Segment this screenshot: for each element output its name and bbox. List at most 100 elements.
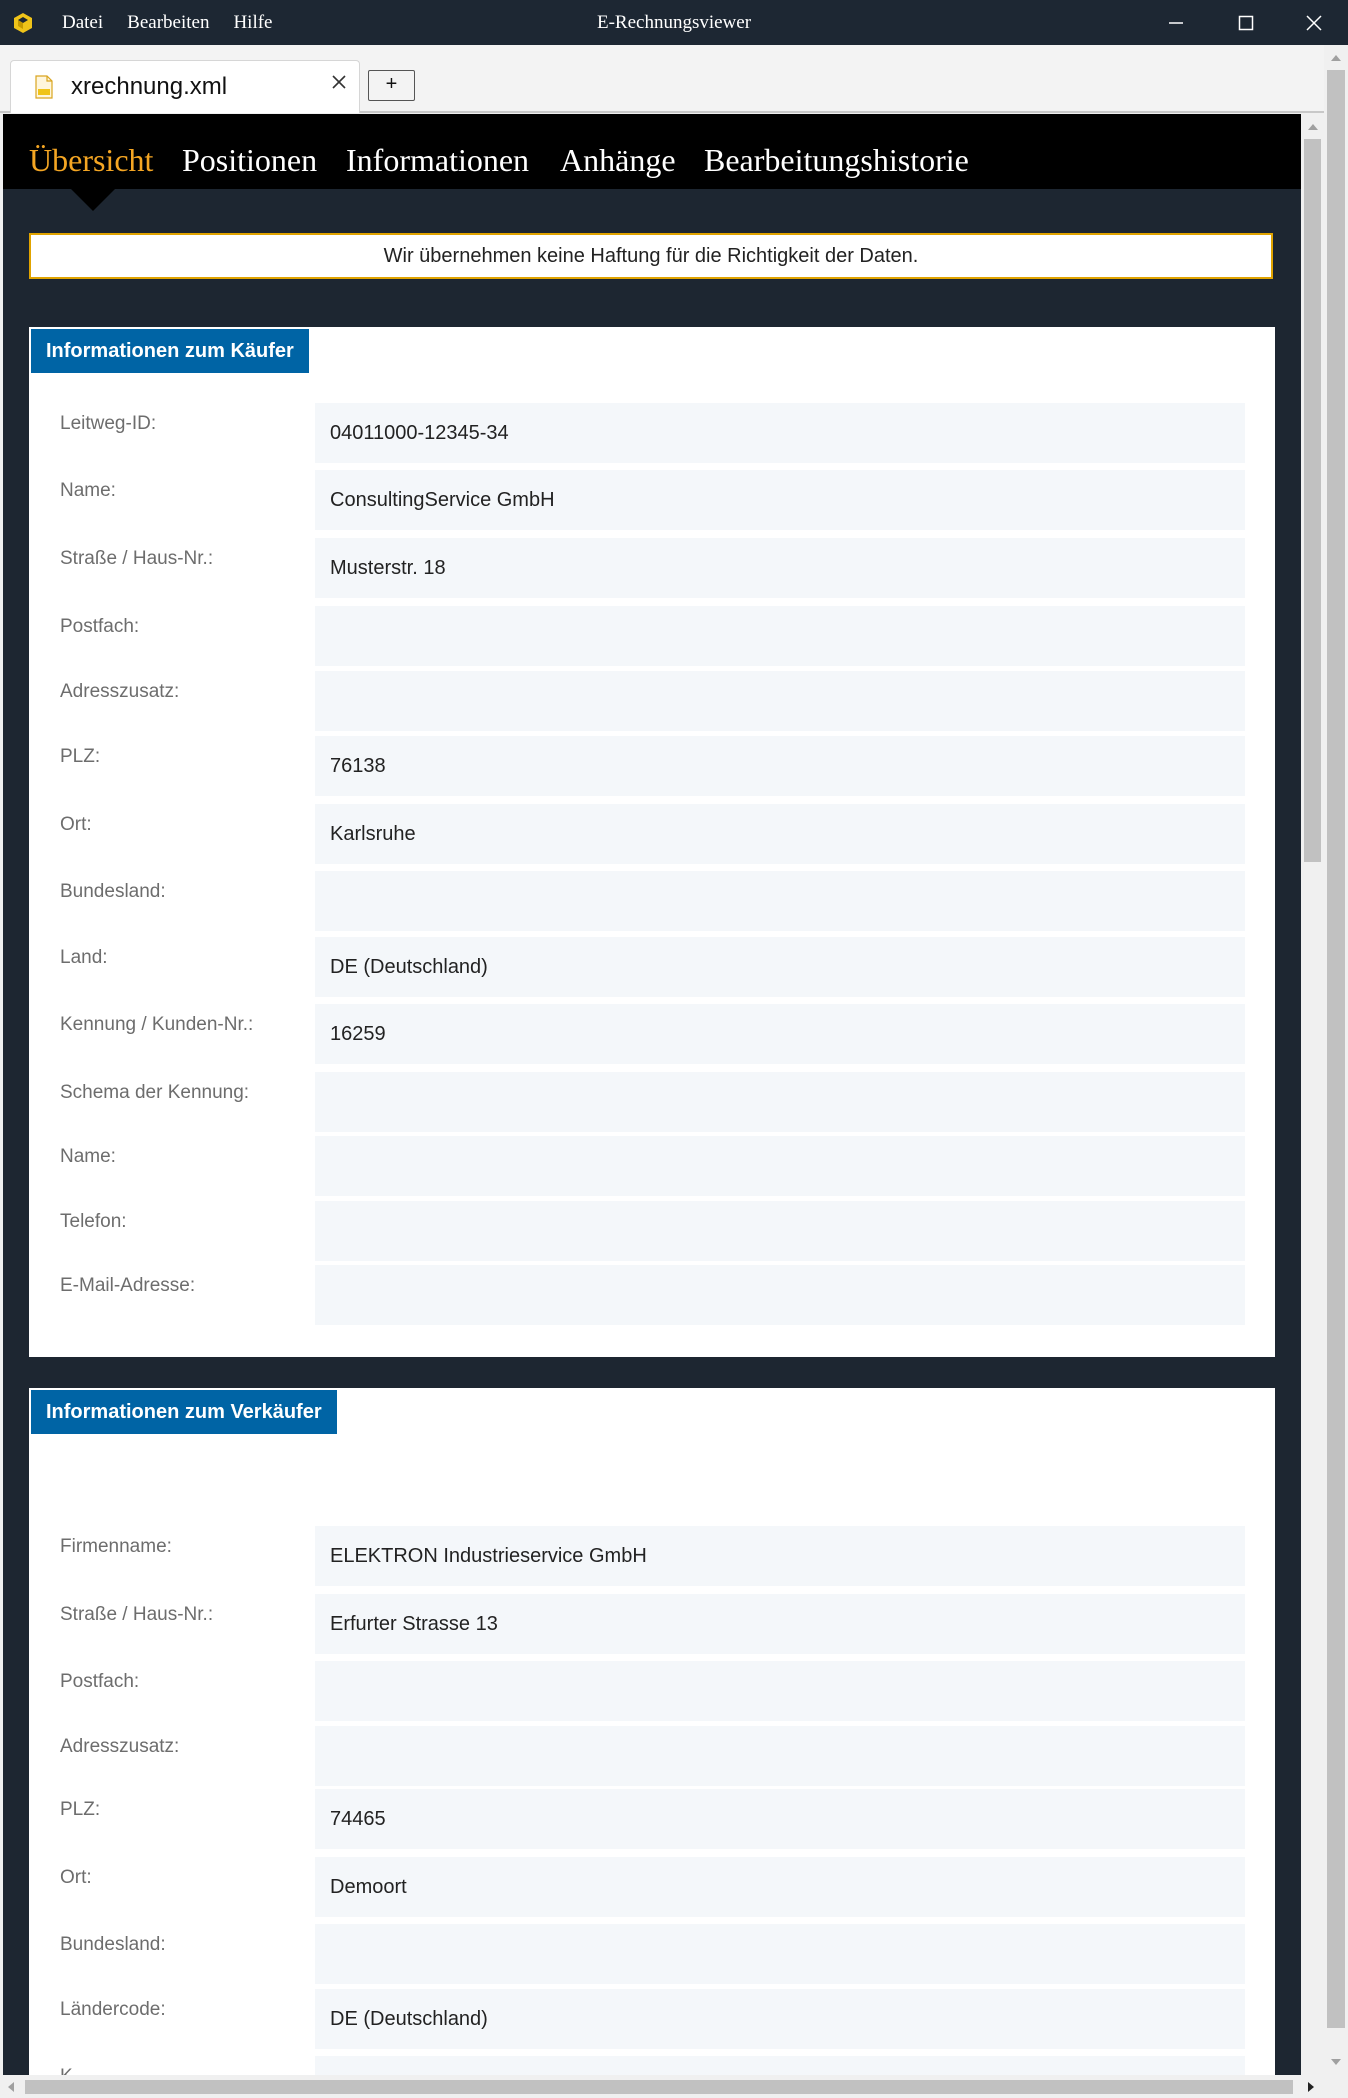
buyer-field-value	[315, 1265, 1245, 1325]
buyer-field-row: E-Mail-Adresse:	[29, 1265, 1275, 1325]
buyer-field-row: Ort: Karlsruhe	[29, 804, 1275, 864]
buyer-field-label: Land:	[60, 947, 108, 968]
buyer-field-value-text: 16259	[330, 1023, 386, 1045]
buyer-field-row: Telefon:	[29, 1201, 1275, 1261]
menu-bar: Datei Bearbeiten Hilfe	[62, 0, 297, 45]
seller-field-label: Adresszusatz:	[60, 1736, 180, 1757]
seller-section-header: Informationen zum Verkäufer	[31, 1390, 337, 1434]
close-icon	[1306, 14, 1322, 31]
seller-field-label: Postfach:	[60, 1671, 140, 1692]
seller-field-row: Postfach:	[29, 1661, 1275, 1721]
seller-field-value: ELEKTRON Industrieservice GmbH	[315, 1526, 1245, 1586]
buyer-field-row: Name: ConsultingService GmbH	[29, 470, 1275, 530]
seller-field-row: Bundesland:	[29, 1924, 1275, 1984]
scroll-left-arrow-icon[interactable]	[6, 2081, 16, 2093]
buyer-field-value	[315, 1201, 1245, 1261]
buyer-field-value-text: Musterstr. 18	[330, 557, 446, 579]
seller-field-value	[315, 1726, 1245, 1786]
horizontal-scrollbar[interactable]	[0, 2075, 1348, 2098]
buyer-field-label: Postfach:	[60, 616, 140, 637]
seller-field-value: Erfurter Strasse 13	[315, 1594, 1245, 1654]
outer-vertical-scrollbar[interactable]	[1324, 45, 1348, 2075]
app-logo-icon	[14, 13, 32, 33]
menu-datei[interactable]: Datei	[62, 12, 103, 34]
buyer-field-value-text: 76138	[330, 755, 386, 777]
buyer-field-row: Leitweg-ID: 04011000-12345-34	[29, 403, 1275, 463]
nav-positionen[interactable]: Positionen	[182, 142, 317, 179]
maximize-button[interactable]	[1212, 0, 1280, 45]
buyer-field-label: Straße / Haus-Nr.:	[60, 548, 214, 569]
buyer-field-value	[315, 671, 1245, 731]
seller-field-label: Bundesland:	[60, 1934, 166, 1955]
seller-field-value-text: Erfurter Strasse 13	[330, 1613, 498, 1635]
maximize-icon	[1238, 15, 1254, 30]
content-scroll-up-icon[interactable]	[1307, 122, 1319, 132]
seller-field-label: PLZ:	[60, 1799, 101, 1820]
buyer-field-row: Straße / Haus-Nr.: Musterstr. 18	[29, 538, 1275, 598]
seller-field-label: Firmenname:	[60, 1536, 172, 1557]
tab-xrechnung[interactable]: xrechnung.xml	[10, 60, 360, 113]
scroll-up-arrow-icon[interactable]	[1330, 53, 1342, 63]
buyer-field-label: Bundesland:	[60, 881, 166, 902]
close-window-button[interactable]	[1280, 0, 1348, 45]
seller-field-label: Ort:	[60, 1867, 92, 1888]
minimize-button[interactable]	[1142, 0, 1210, 45]
nav-bearbeitungshistorie[interactable]: Bearbeitungshistorie	[704, 142, 969, 179]
nav-anhaenge[interactable]: Anhänge	[560, 142, 676, 179]
buyer-field-value: DE (Deutschland)	[315, 937, 1245, 997]
buyer-info-panel: Informationen zum Käufer Leitweg-ID: 0401…	[29, 327, 1275, 1357]
buyer-field-label: Adresszusatz:	[60, 681, 180, 702]
seller-field-label: Ländercode:	[60, 1999, 166, 2020]
buyer-field-value-text: Karlsruhe	[330, 823, 416, 845]
buyer-field-row: PLZ: 76138	[29, 736, 1275, 796]
seller-field-row: Ort: Demoort	[29, 1857, 1275, 1917]
buyer-field-row: Schema der Kennung:	[29, 1072, 1275, 1132]
buyer-field-row: Name:	[29, 1136, 1275, 1196]
buyer-field-row: Kennung / Kunden-Nr.: 16259	[29, 1004, 1275, 1064]
content-scroll-thumb[interactable]	[1304, 139, 1321, 862]
buyer-field-label: Schema der Kennung:	[60, 1082, 250, 1103]
outer-scroll-thumb[interactable]	[1327, 70, 1345, 2028]
buyer-field-value: 16259	[315, 1004, 1245, 1064]
buyer-field-value: Karlsruhe	[315, 804, 1245, 864]
buyer-field-value	[315, 871, 1245, 931]
xml-file-icon	[35, 75, 53, 99]
horizontal-scroll-thumb[interactable]	[25, 2080, 1293, 2094]
seller-field-value: DE (Deutschland)	[315, 1989, 1245, 2049]
buyer-field-label: Telefon:	[60, 1211, 127, 1232]
menu-hilfe[interactable]: Hilfe	[233, 12, 272, 34]
invoice-viewer: Übersicht Positionen Informationen Anhän…	[3, 114, 1301, 2075]
buyer-field-value: ConsultingService GmbH	[315, 470, 1245, 530]
seller-field-value-text: Demoort	[330, 1876, 407, 1898]
seller-field-row: Adresszusatz:	[29, 1726, 1275, 1786]
minimize-icon	[1169, 21, 1183, 24]
menu-bearbeiten[interactable]: Bearbeiten	[127, 12, 209, 34]
buyer-field-value-text: DE (Deutschland)	[330, 956, 488, 978]
buyer-field-label: PLZ:	[60, 746, 101, 767]
seller-field-value	[315, 2056, 1245, 2075]
seller-field-value-text: ELEKTRON Industrieservice GmbH	[330, 1545, 647, 1567]
seller-field-value	[315, 1661, 1245, 1721]
seller-field-row: PLZ: 74465	[29, 1789, 1275, 1849]
scroll-down-arrow-icon[interactable]	[1330, 2057, 1342, 2067]
nav-informationen[interactable]: Informationen	[346, 142, 529, 179]
nav-uebersicht[interactable]: Übersicht	[29, 142, 153, 179]
close-tab-icon[interactable]	[331, 74, 347, 90]
buyer-field-value: 76138	[315, 736, 1245, 796]
add-tab-button[interactable]: +	[368, 70, 415, 101]
buyer-field-label: E-Mail-Adresse:	[60, 1275, 196, 1296]
buyer-field-value	[315, 1136, 1245, 1196]
buyer-field-row: Postfach:	[29, 606, 1275, 666]
seller-field-label: Straße / Haus-Nr.:	[60, 1604, 214, 1625]
tab-label: xrechnung.xml	[71, 73, 228, 100]
seller-field-value: Demoort	[315, 1857, 1245, 1917]
scroll-right-arrow-icon[interactable]	[1306, 2081, 1316, 2093]
seller-field-row: Firmenname: ELEKTRON Industrieservice Gmb…	[29, 1526, 1275, 1586]
buyer-field-row: Adresszusatz:	[29, 671, 1275, 731]
seller-field-value	[315, 1924, 1245, 1984]
main-navigation: Übersicht Positionen Informationen Anhän…	[3, 114, 1301, 189]
seller-field-row: K...	[29, 2056, 1275, 2075]
buyer-field-value	[315, 1072, 1245, 1132]
content-vertical-scrollbar[interactable]	[1301, 114, 1324, 2075]
seller-field-value: 74465	[315, 1789, 1245, 1849]
